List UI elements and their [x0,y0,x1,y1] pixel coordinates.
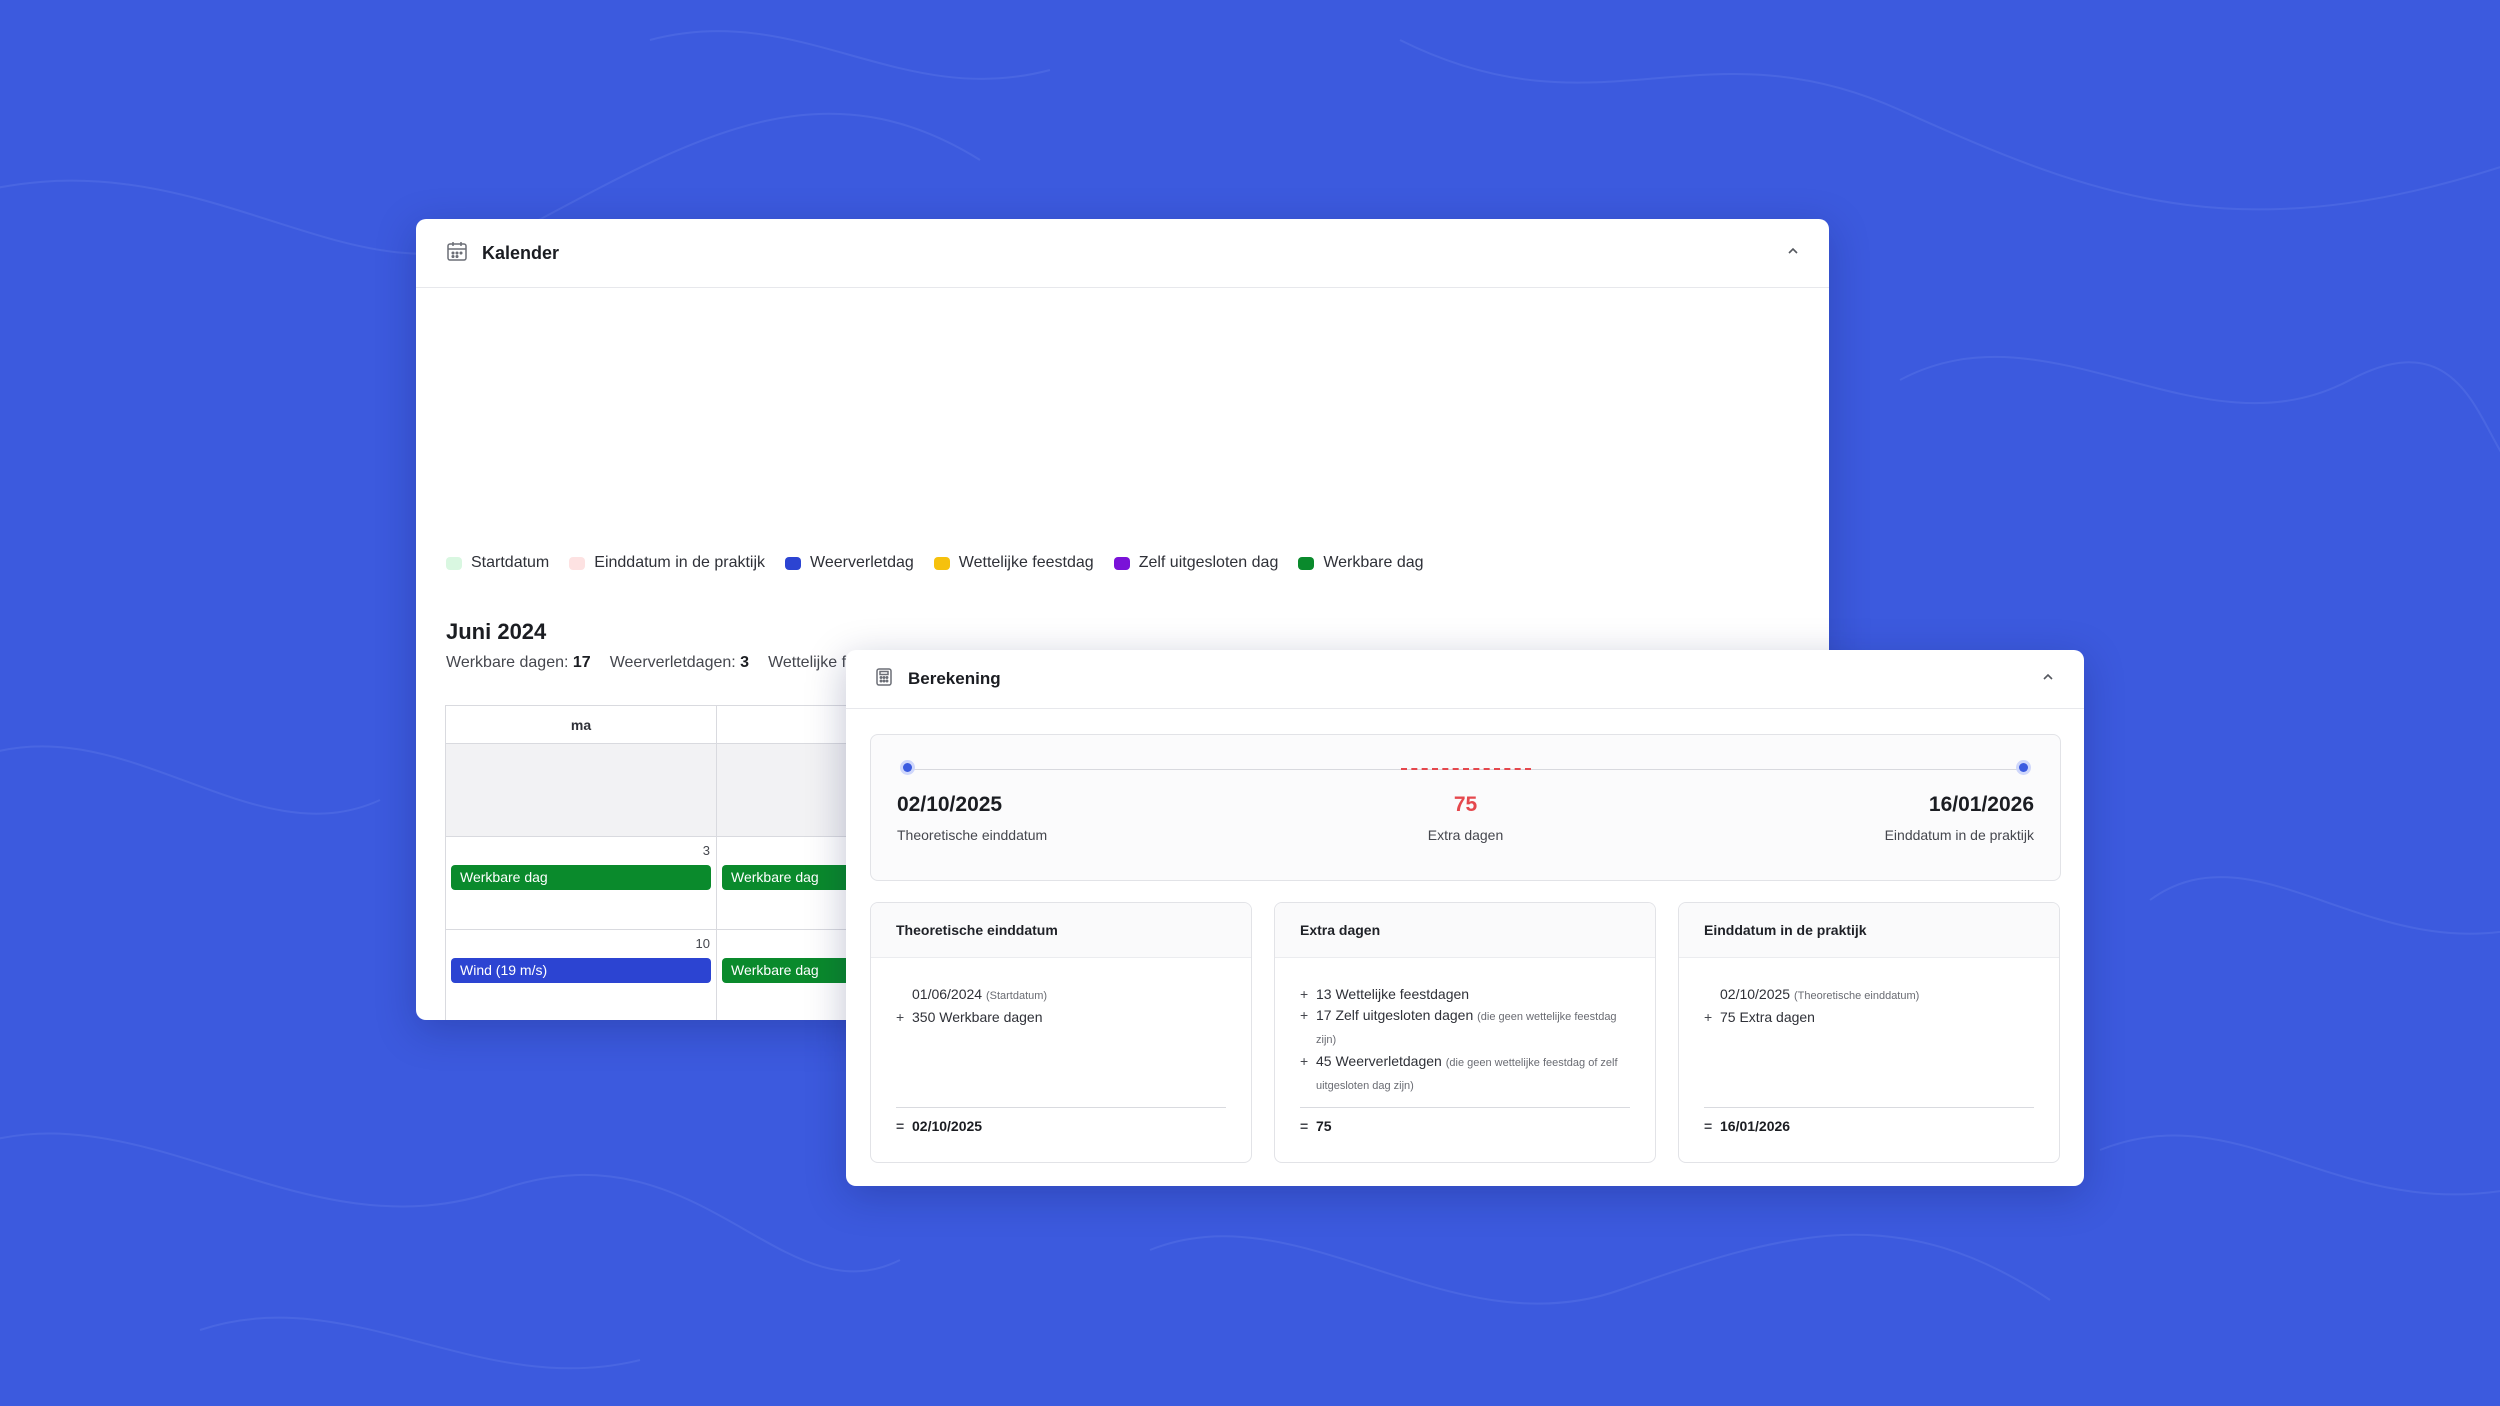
calculation-box-title: Einddatum in de praktijk [1679,903,2059,958]
month-stat-label: Weerverletdagen: [609,654,736,671]
legend-label: Einddatum in de praktijk [594,554,766,571]
calculation-total: = 75 [1300,1107,1630,1134]
legend-swatch [446,556,462,570]
calculation-main-text: 350 Werkbare dagen [912,1009,1043,1025]
legend-label: Startdatum [471,554,550,571]
legend-item: Einddatum in de praktijk [569,554,765,572]
calculation-line: +75 Extra dagen [1704,1007,2034,1028]
practical-end-date: 16/01/2026 [1928,793,2034,816]
calendar-event[interactable]: Werkbare dag [451,865,711,890]
calendar-event[interactable]: Wind (19 m/s) [451,958,711,983]
calendar-day-cell[interactable]: 3 Werkbare dag [446,837,717,930]
legend-item: Weerverletdag [785,554,914,572]
calculation-operator: + [1300,986,1309,1002]
calculation-note: (Startdatum) [985,990,1048,1002]
extra-days-dash [1401,768,1531,770]
calculation-main-text: 45 Weerverletdagen [1316,1053,1442,1069]
calendar-icon [446,240,468,267]
calculation-total: = 16/01/2026 [1704,1107,2034,1134]
legend: Startdatum Einddatum in de praktijk Weerve… [446,554,1424,572]
calculation-operator: + [1300,1053,1309,1069]
equals-operator: = [1300,1118,1309,1134]
calculation-text: 350 Werkbare dagen [912,1007,1043,1028]
practical-end-label: Einddatum in de praktijk [1884,827,2034,843]
legend-swatch [569,556,586,570]
timeline-start-dot [903,763,912,772]
calculation-operator: + [1704,1009,1713,1025]
calculation-line: 01/06/2024 (Startdatum) [896,984,1226,1007]
equals-operator: = [896,1118,905,1134]
calculation-line: +17 Zelf uitgesloten dagen (die geen wet… [1300,1005,1630,1051]
timeline-end-dot [2019,763,2028,772]
calculation-total-value: 75 [1316,1118,1332,1134]
calculator-icon [874,667,894,692]
calculation-operator [896,984,912,1007]
month-stat-value: 17 [572,654,591,671]
month-stat-label: Werkbare dagen: [446,654,569,671]
legend-item: Wettelijke feestdag [933,554,1094,572]
calculation-lines: 02/10/2025 (Theoretische einddatum) +75 E… [1679,958,2059,1028]
legend-label: Wettelijke feestdag [958,554,1094,571]
month-stat: Weerverletdagen: 3 [610,654,749,672]
legend-item: Zelf uitgesloten dag [1113,554,1279,572]
legend-label: Zelf uitgesloten dag [1138,554,1279,571]
legend-label: Weerverletdag [810,554,914,571]
calculation-lines: 01/06/2024 (Startdatum) +350 Werkbare dag… [871,958,1251,1028]
extra-days-label: Extra dagen [1427,827,1504,843]
calculation-box: Extra dagen +13 Wettelijke feestdagen +17 … [1274,902,1656,1163]
day-number: 3 [702,843,710,858]
calendar-day-cell[interactable]: 10 Wind (19 m/s) [446,930,717,1020]
calendar-day-cell [446,744,717,837]
calculation-main-text: 17 Zelf uitgesloten dagen [1316,1007,1474,1023]
month-stat-value: 3 [740,654,750,671]
legend-item: Startdatum [446,554,549,572]
calculation-main-text: 75 Extra dagen [1720,1009,1815,1025]
berekening-header[interactable]: Berekening [846,650,2084,709]
calculation-line: +350 Werkbare dagen [896,1007,1226,1028]
calculation-lines: +13 Wettelijke feestdagen +17 Zelf uitges… [1275,958,1655,1097]
calculation-line: +45 Weerverletdagen (die geen wettelijke… [1300,1051,1630,1097]
calculation-text: 13 Wettelijke feestdagen [1316,984,1469,1005]
berekening-title: Berekening [908,669,1001,688]
calculation-total-value: 02/10/2025 [912,1118,983,1134]
day-number: 10 [695,936,710,951]
month-title: Juni 2024 [446,619,547,644]
legend-swatch [785,556,802,570]
calculation-main-text: 01/06/2024 [912,986,983,1002]
legend-swatch [1298,556,1315,570]
calculation-operator: + [1300,1007,1309,1023]
calculation-operator [1704,984,1720,1007]
month-stat: Werkbare dagen: 17 [446,654,591,672]
calculation-box: Theoretische einddatum 01/06/2024 (Startd… [870,902,1252,1163]
calculation-box-title: Theoretische einddatum [871,903,1251,958]
calculation-line: 02/10/2025 (Theoretische einddatum) [1704,984,2034,1007]
calculation-text: 45 Weerverletdagen (die geen wettelijke … [1316,1051,1630,1097]
chevron-up-icon[interactable] [1785,243,1801,264]
timeline-summary: 02/10/2025 Theoretische einddatum 75 Ext… [870,734,2061,881]
calculation-note: (Theoretische einddatum) [1793,990,1920,1002]
legend-swatch [1113,556,1130,570]
calculation-main-text: 02/10/2025 [1720,986,1791,1002]
legend-label: Werkbare dag [1323,554,1424,571]
chevron-up-icon[interactable] [2040,669,2056,690]
calculation-box-title: Extra dagen [1275,903,1655,958]
calculation-total-value: 16/01/2026 [1720,1118,1791,1134]
kalender-title: Kalender [482,242,560,263]
calculation-text: 02/10/2025 (Theoretische einddatum) [1720,984,1919,1007]
calculation-box: Einddatum in de praktijk 02/10/2025 (Theo… [1678,902,2060,1163]
calculation-text: 01/06/2024 (Startdatum) [912,984,1047,1007]
berekening-panel: Berekening 02/10/2025 Theoretische eindd… [846,650,2084,1186]
calculation-text: 17 Zelf uitgesloten dagen (die geen wett… [1316,1005,1630,1051]
weekday-header: ma [446,706,717,744]
equals-operator: = [1704,1118,1713,1134]
legend-item: Werkbare dag [1298,554,1424,572]
calculation-text: 75 Extra dagen [1720,1007,1815,1028]
calculation-total: = 02/10/2025 [896,1107,1226,1134]
calculation-main-text: 13 Wettelijke feestdagen [1316,986,1470,1002]
calculation-line: +13 Wettelijke feestdagen [1300,984,1630,1005]
calculation-operator: + [896,1009,905,1025]
legend-swatch [933,556,950,570]
extra-days-value: 75 [1453,793,1478,816]
kalender-header[interactable]: Kalender [416,219,1829,288]
